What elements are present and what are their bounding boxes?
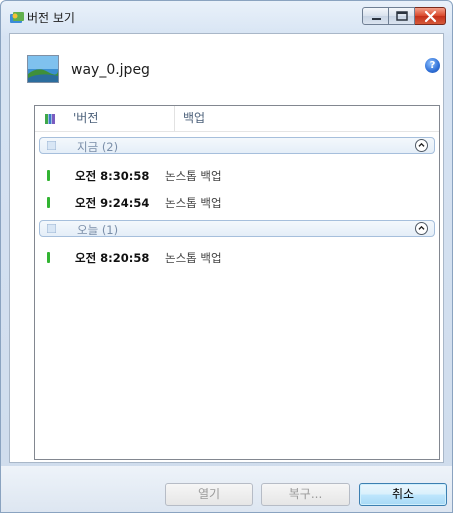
- version-marker: [47, 252, 50, 263]
- open-button[interactable]: 열기: [165, 483, 253, 506]
- window-title: 버전 보기: [27, 11, 75, 25]
- version-marker: [47, 170, 50, 181]
- title-bar[interactable]: 버전 보기: [1, 1, 452, 33]
- group-icon: [47, 141, 56, 150]
- image-file-icon: [27, 55, 59, 83]
- restore-button[interactable]: 복구...: [261, 483, 350, 506]
- minimize-button[interactable]: [362, 7, 389, 25]
- list-item[interactable]: 오전 8:30:58 논스톱 백업: [35, 165, 439, 187]
- column-header-backup[interactable]: 백업: [175, 106, 439, 131]
- version-marker: [47, 197, 50, 208]
- backup-type: 논스톱 백업: [165, 169, 222, 183]
- cancel-button[interactable]: 취소: [359, 483, 447, 506]
- close-icon: [424, 10, 437, 23]
- group-header-now[interactable]: 지금 (2): [39, 137, 435, 154]
- version-time: 오전 8:30:58: [75, 169, 150, 183]
- help-icon[interactable]: ?: [425, 58, 440, 73]
- group-label: 오늘 (1): [77, 223, 119, 237]
- collapse-icon[interactable]: [415, 222, 428, 235]
- version-time: 오전 8:20:58: [75, 251, 150, 265]
- group-icon: [47, 224, 56, 233]
- version-time: 오전 9:24:54: [75, 196, 150, 210]
- version-list[interactable]: '버전 백업 지금 (2) 오전 8:30:58 논스톱 백업 오전 9:24:…: [34, 105, 440, 460]
- column-header-version[interactable]: '버전: [68, 106, 175, 131]
- list-header: '버전 백업: [35, 106, 439, 132]
- list-item[interactable]: 오전 8:20:58 논스톱 백업: [35, 247, 439, 269]
- file-name: way_0.jpeg: [71, 62, 150, 78]
- backup-type: 논스톱 백업: [165, 196, 222, 210]
- maximize-button[interactable]: [389, 7, 415, 25]
- backup-type: 논스톱 백업: [165, 251, 222, 265]
- minimize-icon: [372, 18, 381, 20]
- close-button[interactable]: [415, 7, 446, 25]
- column-chooser-icon[interactable]: [45, 114, 55, 124]
- group-label: 지금 (2): [77, 140, 119, 154]
- collapse-icon[interactable]: [415, 139, 428, 152]
- dialog-window: 버전 보기 way_0.jpeg ? '버전 백업 지금 (2) 오전 8:30…: [0, 0, 453, 513]
- group-header-today[interactable]: 오늘 (1): [39, 220, 435, 237]
- maximize-icon: [396, 11, 408, 21]
- list-item[interactable]: 오전 9:24:54 논스톱 백업: [35, 192, 439, 214]
- app-folder-icon: [10, 12, 24, 23]
